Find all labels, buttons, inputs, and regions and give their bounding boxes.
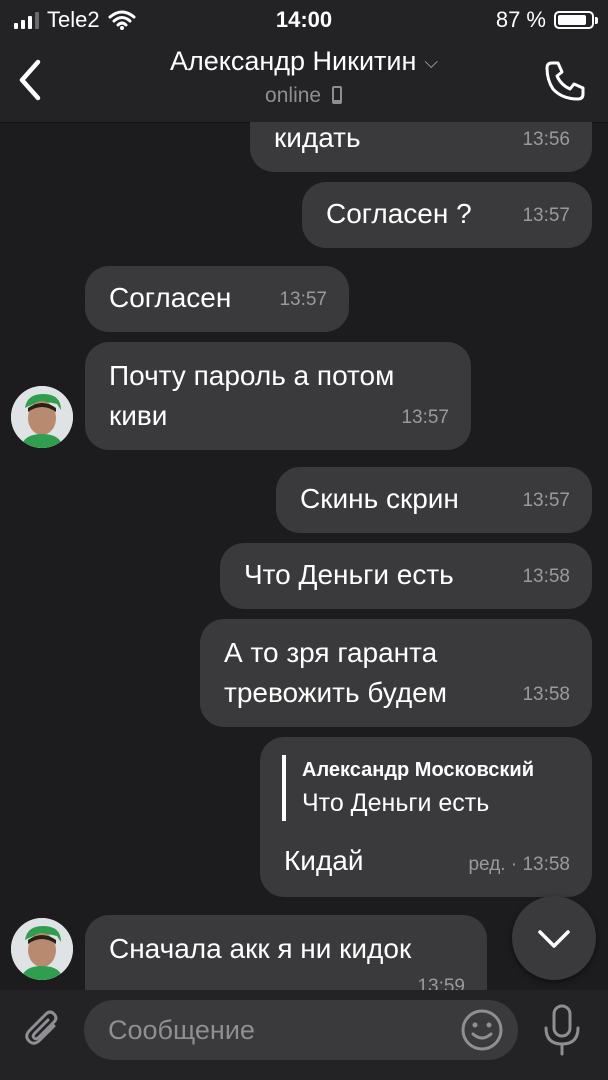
message-text-line: киви: [109, 400, 168, 431]
message-text: Кидай: [284, 845, 364, 876]
message-time: 13:57: [522, 490, 570, 511]
battery-icon: [554, 11, 598, 29]
message-placeholder: Сообщение: [108, 1015, 255, 1045]
battery-info: 87 %: [495, 7, 598, 33]
message-bubble-incoming[interactable]: Согласен 13:57: [85, 266, 349, 332]
contact-status: online: [0, 84, 608, 108]
message-bubble-outgoing[interactable]: кидать 13:56: [250, 122, 592, 172]
message-bubble-outgoing[interactable]: Скинь скрин 13:57: [276, 467, 592, 533]
chevron-down-icon: ⌵: [424, 52, 439, 73]
scroll-to-bottom-button[interactable]: [512, 896, 596, 980]
message-text: Что Деньги есть: [244, 559, 454, 590]
microphone-icon[interactable]: [538, 1002, 586, 1058]
chat-header: Александр Никитин ⌵ online: [0, 40, 608, 123]
contact-avatar[interactable]: [11, 918, 73, 980]
message-list[interactable]: кидать 13:56 Согласен ? 13:57 Согласен 1…: [0, 122, 608, 990]
message-time: 13:57: [522, 205, 570, 226]
reply-author: Александр Московский: [302, 759, 535, 781]
message-time: 13:57: [279, 289, 327, 310]
message-time: 13:58: [522, 566, 570, 587]
message-text: кидать: [274, 122, 361, 153]
emoji-icon[interactable]: [460, 1008, 504, 1052]
message-text: Согласен ?: [326, 198, 472, 229]
message-text-line: А то зря гаранта: [224, 637, 438, 668]
message-bubble-incoming[interactable]: Почту пароль а потом киви 13:57: [85, 342, 471, 450]
message-text: Согласен: [109, 282, 232, 313]
message-input-bar: Сообщение: [0, 990, 608, 1080]
message-time: 13:58: [522, 684, 570, 705]
battery-percent: 87 %: [495, 7, 546, 32]
online-status: online: [265, 84, 322, 107]
message-bubble-outgoing-reply[interactable]: Александр Московский Что Деньги есть Кид…: [260, 737, 592, 897]
chevron-down-icon: [538, 930, 570, 948]
phone-call-icon[interactable]: [542, 58, 588, 104]
reply-quote[interactable]: Александр Московский Что Деньги есть: [282, 755, 534, 821]
avatar-image: [11, 918, 73, 980]
paperclip-icon[interactable]: [20, 1006, 66, 1052]
message-time: 13:59: [417, 976, 465, 990]
contact-name: Александр Никитин: [169, 46, 417, 76]
avatar-image: [11, 386, 73, 448]
status-bar: Tele2 14:00 87 %: [0, 0, 608, 40]
contact-avatar[interactable]: [11, 386, 73, 448]
message-time: 13:57: [401, 407, 449, 428]
message-text-line: Почту пароль а потом: [109, 360, 395, 391]
message-text: Скинь скрин: [300, 483, 459, 514]
message-bubble-outgoing[interactable]: Что Деньги есть 13:58: [220, 543, 592, 609]
message-bubble-outgoing[interactable]: А то зря гаранта тревожить будем 13:58: [200, 619, 592, 727]
message-edited-time: ред. · 13:58: [468, 854, 570, 875]
contact-name-button[interactable]: Александр Никитин ⌵: [0, 46, 608, 77]
message-text-line: тревожить будем: [224, 677, 448, 708]
mobile-device-icon: [331, 86, 342, 104]
message-text: Сначала акк я ни кидок: [109, 933, 412, 964]
reply-text: Что Деньги есть: [302, 789, 490, 817]
message-bubble-incoming[interactable]: Сначала акк я ни кидок 13:59: [85, 915, 487, 990]
message-time: 13:56: [522, 129, 570, 150]
message-input[interactable]: Сообщение: [84, 1000, 518, 1060]
message-bubble-outgoing[interactable]: Согласен ? 13:57: [302, 182, 592, 248]
